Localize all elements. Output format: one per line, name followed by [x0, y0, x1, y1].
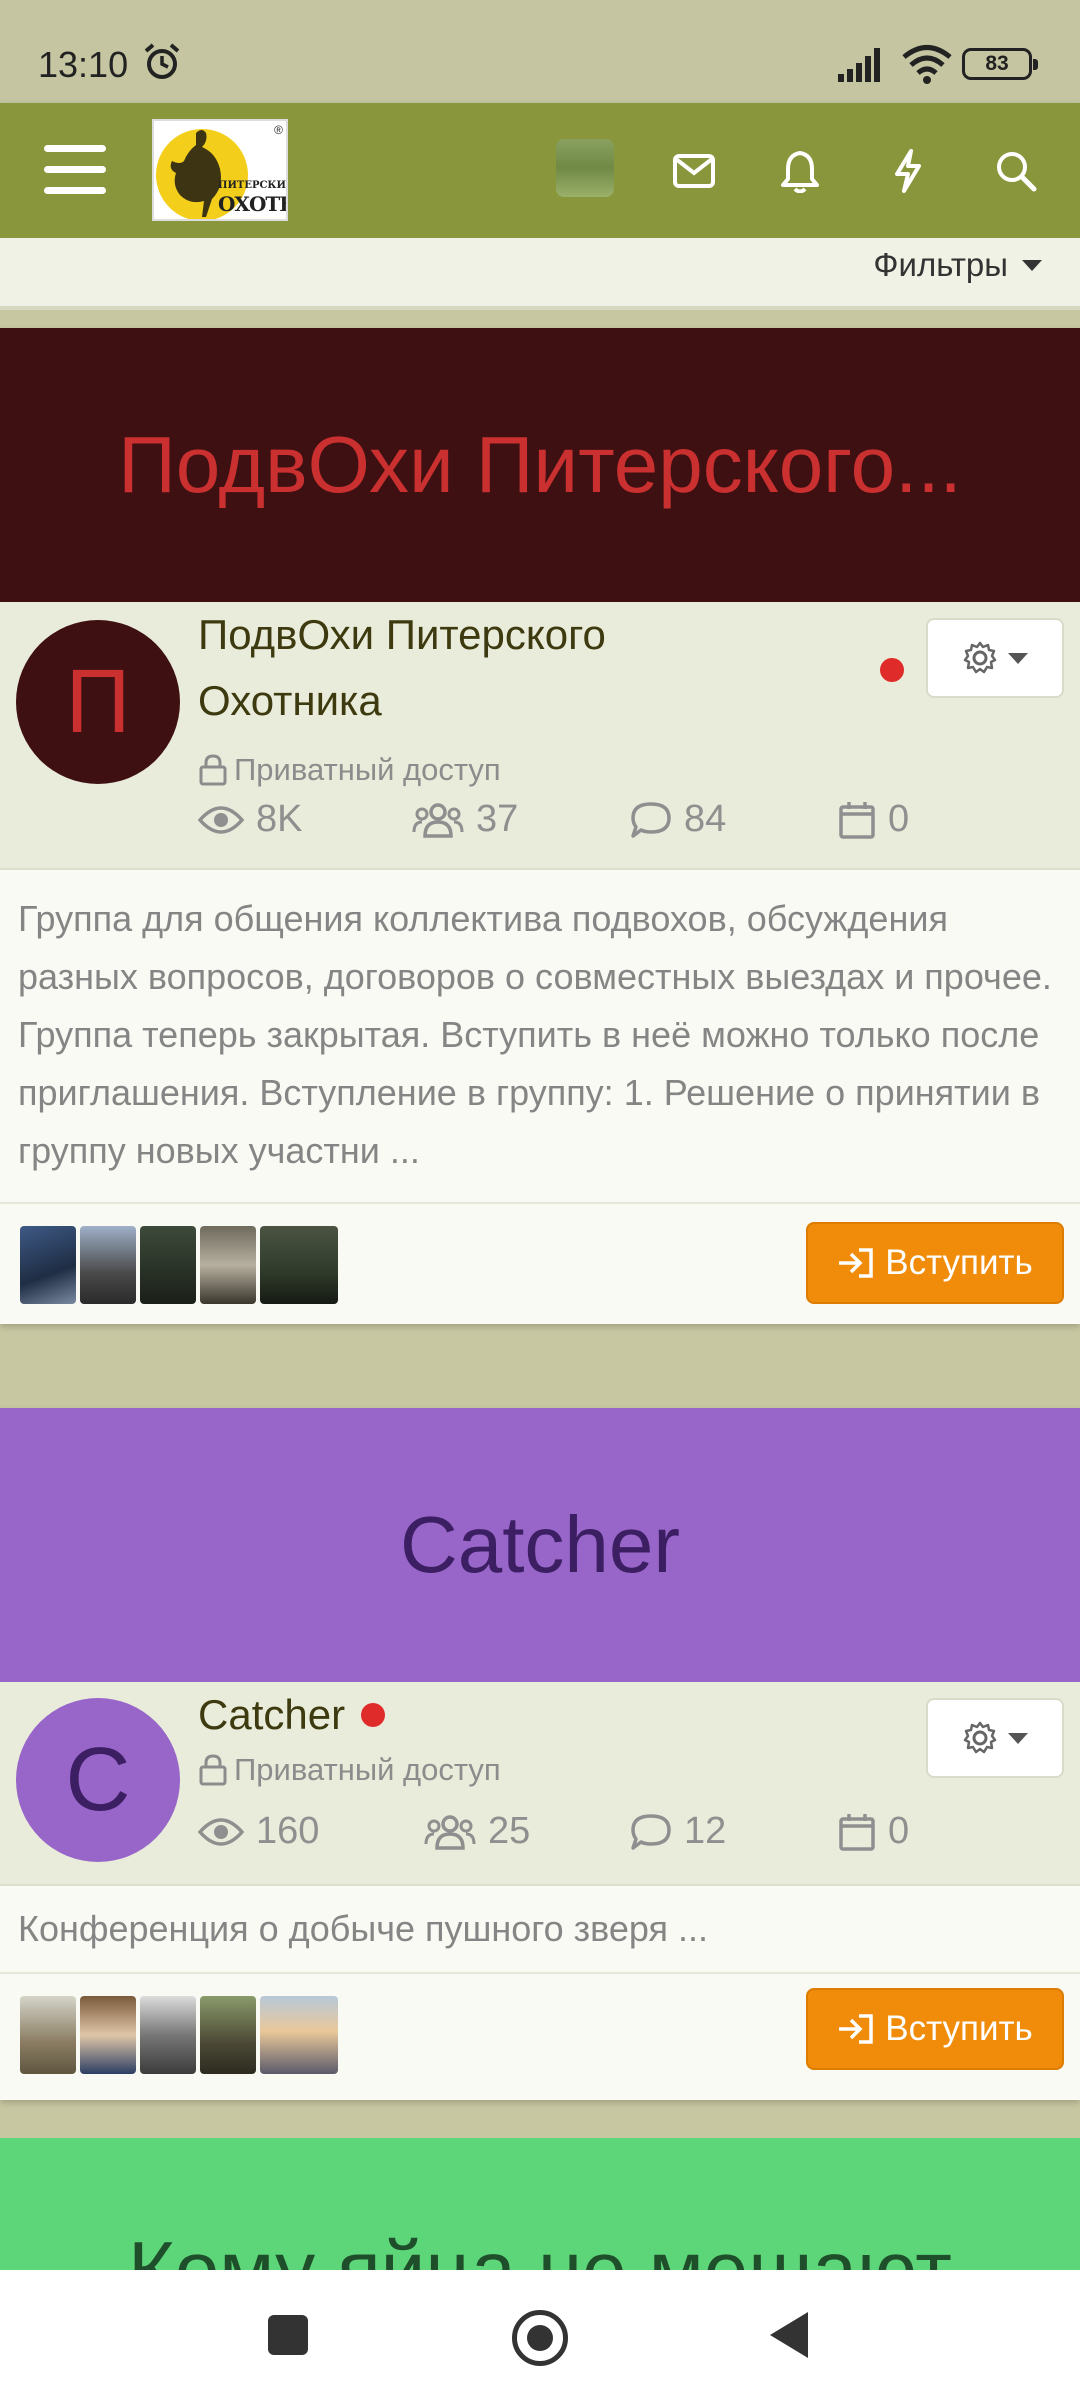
back-button[interactable] — [770, 2312, 808, 2358]
filters-dropdown[interactable]: Фильтры — [873, 246, 1042, 284]
group-footer: Вступить — [0, 1204, 1080, 1324]
online-indicator — [880, 658, 904, 682]
system-navigation-bar — [0, 2270, 1080, 2400]
group-name[interactable]: Catcher — [198, 1682, 386, 1748]
eye-icon — [198, 805, 244, 834]
member-avatar[interactable] — [260, 1226, 338, 1304]
filters-bar: Фильтры — [0, 238, 1080, 310]
group-banner[interactable]: ПодвОхи Питерского... — [0, 328, 1080, 602]
comment-icon — [631, 1813, 671, 1850]
eye-icon — [198, 1817, 244, 1846]
member-avatar[interactable] — [200, 1226, 256, 1304]
gear-icon — [963, 641, 997, 674]
group-settings-button[interactable] — [926, 1698, 1064, 1778]
group-banner[interactable]: Catcher — [0, 1408, 1080, 1682]
member-avatar[interactable] — [20, 1226, 76, 1304]
member-avatars — [20, 1996, 338, 2074]
group-footer: Вступить — [0, 1974, 1080, 2100]
wifi-icon — [902, 45, 952, 84]
home-button[interactable] — [512, 2310, 568, 2366]
mail-icon[interactable] — [662, 139, 726, 203]
member-avatar[interactable] — [140, 1226, 196, 1304]
group-settings-button[interactable] — [926, 618, 1064, 698]
privacy-label: Приватный доступ — [198, 1752, 501, 1788]
users-icon — [424, 1814, 476, 1850]
group-banner[interactable]: Кому яйца не мешают — [0, 2138, 1080, 2270]
group-card: ПодвОхи Питерского... П ПодвОхи Питерско… — [0, 328, 1080, 1324]
recent-apps-button[interactable] — [268, 2315, 308, 2355]
privacy-label: Приватный доступ — [198, 752, 501, 788]
calendar-icon — [839, 801, 875, 839]
status-bar: 13:10 83 — [0, 0, 1080, 103]
app-header: ПИТЕРСКИЙ ОХОТНИК ® — [0, 103, 1080, 238]
group-stats: 8K 37 84 0 — [198, 798, 1058, 848]
join-button[interactable]: Вступить — [806, 1222, 1064, 1304]
lock-icon — [199, 1754, 227, 1786]
alarm-icon — [144, 43, 180, 79]
events-stat: 0 — [838, 798, 909, 841]
site-logo[interactable]: ПИТЕРСКИЙ ОХОТНИК ® — [152, 119, 288, 221]
comments-stat: 84 — [630, 798, 726, 841]
member-avatar[interactable] — [80, 1996, 136, 2074]
lock-icon — [199, 754, 227, 786]
member-avatar[interactable] — [80, 1226, 136, 1304]
group-header: C Catcher Приватный доступ 160 25 12 0 — [0, 1682, 1080, 1886]
member-avatar[interactable] — [200, 1996, 256, 2074]
member-avatar[interactable] — [260, 1996, 338, 2074]
menu-icon[interactable] — [44, 145, 106, 195]
group-description: Конференция о добыче пушного зверя ... — [0, 1886, 1080, 1974]
logo-text: ОХОТНИК — [218, 192, 286, 216]
group-name[interactable]: ПодвОхи Питерского Охотника — [198, 602, 606, 734]
lightning-icon[interactable] — [876, 139, 940, 203]
members-stat: 37 — [412, 798, 518, 841]
clock: 13:10 — [38, 44, 129, 85]
search-icon[interactable] — [984, 139, 1048, 203]
group-avatar[interactable]: C — [16, 1698, 180, 1862]
chevron-down-icon — [1022, 259, 1042, 271]
views-stat: 8K — [198, 798, 302, 841]
group-description: Группа для общения коллектива подвохов, … — [0, 870, 1080, 1204]
comments-stat: 12 — [630, 1810, 726, 1853]
signal-icon — [838, 48, 880, 82]
bell-icon[interactable] — [768, 139, 832, 203]
online-indicator — [361, 1703, 386, 1727]
views-stat: 160 — [198, 1810, 319, 1853]
group-stats: 160 25 12 0 — [198, 1810, 1058, 1860]
gear-icon — [963, 1721, 997, 1754]
battery-indicator: 83 — [962, 48, 1038, 80]
join-button[interactable]: Вступить — [806, 1988, 1064, 2070]
members-stat: 25 — [424, 1810, 530, 1853]
group-avatar[interactable]: П — [16, 620, 180, 784]
member-avatar[interactable] — [20, 1996, 76, 2074]
events-stat: 0 — [838, 1810, 909, 1853]
group-header: П ПодвОхи Питерского Охотника Приватный … — [0, 602, 1080, 870]
sign-in-icon — [839, 1248, 873, 1278]
user-avatar[interactable] — [556, 139, 614, 197]
sign-in-icon — [839, 2014, 873, 2044]
member-avatar[interactable] — [140, 1996, 196, 2074]
comment-icon — [631, 801, 671, 838]
users-icon — [412, 802, 464, 838]
calendar-icon — [839, 1813, 875, 1851]
group-banner-title: Кому яйца не мешают — [128, 2225, 952, 2270]
member-avatars — [20, 1226, 338, 1304]
group-card: Catcher C Catcher Приватный доступ 160 2… — [0, 1408, 1080, 2100]
